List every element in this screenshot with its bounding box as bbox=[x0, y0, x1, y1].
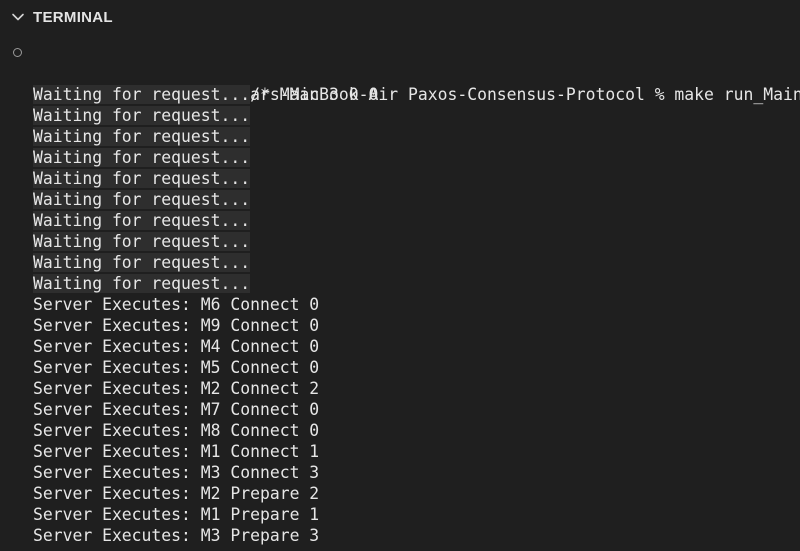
output-text: Server Executes: M4 Connect 0 bbox=[33, 337, 320, 356]
terminal-line: Waiting for request... bbox=[0, 210, 800, 231]
output-text: Server Executes: M3 Prepare 3 bbox=[33, 526, 320, 545]
terminal-line: Server Executes: M2 Prepare 2 bbox=[0, 483, 800, 504]
terminal-line: Server Executes: M1 Prepare 1 bbox=[0, 504, 800, 525]
terminal-line: Server Executes: M5 Connect 0 bbox=[0, 357, 800, 378]
command-status-circle-icon[interactable] bbox=[13, 48, 22, 57]
output-text: Server Executes: M7 Connect 0 bbox=[33, 400, 320, 419]
terminal-line: Waiting for request... bbox=[0, 273, 800, 294]
output-text: Waiting for request... bbox=[33, 253, 251, 272]
output-text: Waiting for request... bbox=[33, 85, 251, 104]
output-text: Waiting for request... bbox=[33, 106, 251, 125]
terminal-line: java -cp .:./lib/* Main 3 0 0 bbox=[0, 63, 800, 104]
output-text: Waiting for request... bbox=[33, 211, 251, 230]
terminal-prompt-line: oscarelliott@Oscars-MacBook-Air Paxos-Co… bbox=[0, 42, 800, 104]
output-text: Server Executes: M5 Connect 0 bbox=[33, 358, 320, 377]
terminal-line: Waiting for request... bbox=[0, 231, 800, 252]
output-text: Waiting for request... bbox=[33, 148, 251, 167]
terminal-line: Server Executes: M6 Connect 0 bbox=[0, 294, 800, 315]
output-text: Waiting for request... bbox=[33, 232, 251, 251]
terminal-line: Waiting for request... bbox=[0, 84, 800, 105]
terminal-line: Waiting for request... bbox=[0, 168, 800, 189]
output-text: Server Executes: M3 Connect 3 bbox=[33, 463, 320, 482]
terminal-line: Server Executes: M1 Connect 1 bbox=[0, 441, 800, 462]
terminal-output[interactable]: oscarelliott@Oscars-MacBook-Air Paxos-Co… bbox=[0, 42, 800, 546]
output-text: Server Executes: M8 Connect 0 bbox=[33, 421, 320, 440]
terminal-panel-header: TERMINAL bbox=[0, 0, 800, 34]
terminal-line: Server Executes: M7 Connect 0 bbox=[0, 399, 800, 420]
terminal-line: Waiting for request... bbox=[0, 105, 800, 126]
output-text: Server Executes: M2 Connect 2 bbox=[33, 379, 320, 398]
output-text: Server Executes: M9 Connect 0 bbox=[33, 316, 320, 335]
terminal-line: Server Executes: M3 Prepare 3 bbox=[0, 525, 800, 546]
output-text: Waiting for request... bbox=[33, 169, 251, 188]
output-text: Server Executes: M1 Connect 1 bbox=[33, 442, 320, 461]
terminal-line: Waiting for request... bbox=[0, 126, 800, 147]
output-text: Server Executes: M1 Prepare 1 bbox=[33, 505, 320, 524]
terminal-line: Waiting for request... bbox=[0, 147, 800, 168]
terminal-line: Waiting for request... bbox=[0, 252, 800, 273]
output-text: Waiting for request... bbox=[33, 127, 251, 146]
output-text: Waiting for request... bbox=[33, 274, 251, 293]
terminal-line: Server Executes: M8 Connect 0 bbox=[0, 420, 800, 441]
terminal-line: Waiting for request... bbox=[0, 189, 800, 210]
terminal-line: Server Executes: M4 Connect 0 bbox=[0, 336, 800, 357]
chevron-down-icon[interactable] bbox=[7, 6, 29, 28]
output-text: Server Executes: M6 Connect 0 bbox=[33, 295, 320, 314]
terminal-line: Server Executes: M9 Connect 0 bbox=[0, 315, 800, 336]
terminal-panel: TERMINAL oscarelliott@Oscars-MacBook-Air… bbox=[0, 0, 800, 551]
output-text: Waiting for request... bbox=[33, 190, 251, 209]
output-text: Server Executes: M2 Prepare 2 bbox=[33, 484, 320, 503]
terminal-line: Server Executes: M3 Connect 3 bbox=[0, 462, 800, 483]
terminal-panel-title: TERMINAL bbox=[33, 8, 113, 26]
terminal-line: Server Executes: M2 Connect 2 bbox=[0, 378, 800, 399]
